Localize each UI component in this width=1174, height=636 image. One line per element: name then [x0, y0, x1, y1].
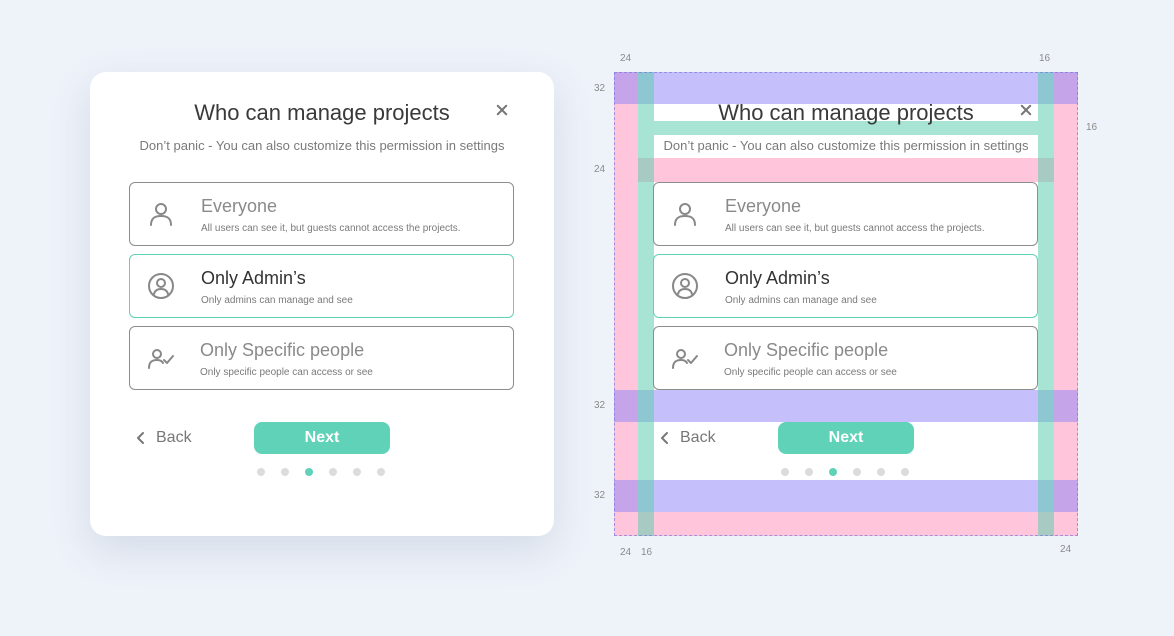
measure-label: 24	[594, 164, 606, 175]
back-label: Back	[680, 429, 716, 446]
user-check-icon	[148, 349, 174, 369]
option-description: All users can see it, but guests cannot …	[725, 223, 985, 234]
option-specific-people: Only Specific people Only specific peopl…	[653, 326, 1038, 390]
next-button[interactable]: Next	[254, 422, 390, 454]
option-everyone: Everyone All users can see it, but guest…	[653, 182, 1038, 246]
option-title: Only Admin’s	[201, 268, 306, 288]
pagination-dot[interactable]	[353, 468, 361, 476]
option-title: Only Specific people	[200, 340, 365, 360]
user-circle-icon	[148, 273, 174, 299]
close-icon	[1018, 102, 1034, 118]
back-button: Back	[660, 428, 716, 448]
user-icon	[674, 203, 696, 226]
user-icon	[150, 203, 172, 226]
pagination-dot	[901, 468, 909, 476]
measure-label: 16	[1086, 122, 1098, 133]
permission-dialog: Who can manage projects Don’t panic - Yo…	[90, 72, 554, 536]
measure-label: 24	[620, 53, 632, 64]
option-specific-people[interactable]: Only Specific people Only specific peopl…	[129, 326, 514, 390]
option-everyone[interactable]: Everyone All users can see it, but guest…	[129, 182, 514, 246]
user-circle-icon	[672, 273, 698, 299]
option-description: Only specific people can access or see	[724, 367, 897, 378]
option-title: Everyone	[725, 196, 802, 216]
user-check-icon	[672, 349, 698, 369]
option-description: Only admins can manage and see	[725, 295, 877, 306]
pagination-dot[interactable]	[329, 468, 337, 476]
chevron-left-icon	[137, 432, 144, 444]
pagination-dot	[853, 468, 861, 476]
pagination-dots	[781, 468, 909, 476]
option-title: Only Specific people	[724, 340, 889, 360]
spec-dialog-copy: Who can manage projects Don’t panic - Yo…	[614, 72, 1078, 536]
option-only-admins: Only Admin’s Only admins can manage and …	[653, 254, 1038, 318]
dialog-subtitle: Don’t panic - You can also customize thi…	[654, 138, 1038, 153]
pagination-dot-active[interactable]	[305, 468, 313, 476]
pagination-dot	[805, 468, 813, 476]
pagination-dot[interactable]	[377, 468, 385, 476]
pagination-dot[interactable]	[281, 468, 289, 476]
dialog-title: Who can manage projects	[194, 100, 450, 125]
option-description: Only specific people can access or see	[200, 367, 373, 378]
spacing-spec-overlay: Who can manage projects Don’t panic - Yo…	[614, 72, 1078, 536]
measure-label: 32	[594, 83, 606, 94]
dialog-subtitle: Don’t panic - You can also customize thi…	[139, 138, 505, 153]
chevron-left-icon	[661, 432, 668, 444]
pagination-dot[interactable]	[257, 468, 265, 476]
measure-label: 32	[594, 490, 606, 501]
option-title: Everyone	[201, 196, 278, 216]
next-button: Next	[778, 422, 914, 454]
option-description: All users can see it, but guests cannot …	[201, 223, 461, 234]
back-label: Back	[156, 429, 192, 446]
measure-label: 16	[641, 547, 653, 558]
pagination-dot-active	[829, 468, 837, 476]
option-only-admins[interactable]: Only Admin’s Only admins can manage and …	[129, 254, 514, 318]
pagination-dot	[781, 468, 789, 476]
close-icon[interactable]	[494, 102, 510, 118]
pagination-dots	[257, 468, 385, 476]
pagination-dot	[877, 468, 885, 476]
option-description: Only admins can manage and see	[201, 295, 353, 306]
option-title: Only Admin’s	[725, 268, 830, 288]
back-button[interactable]: Back	[136, 428, 192, 448]
measure-label: 16	[1039, 53, 1051, 64]
measure-label: 24	[620, 547, 632, 558]
dialog-title: Who can manage projects	[718, 100, 974, 125]
measure-label: 32	[594, 400, 606, 411]
measure-label: 24	[1060, 544, 1072, 555]
